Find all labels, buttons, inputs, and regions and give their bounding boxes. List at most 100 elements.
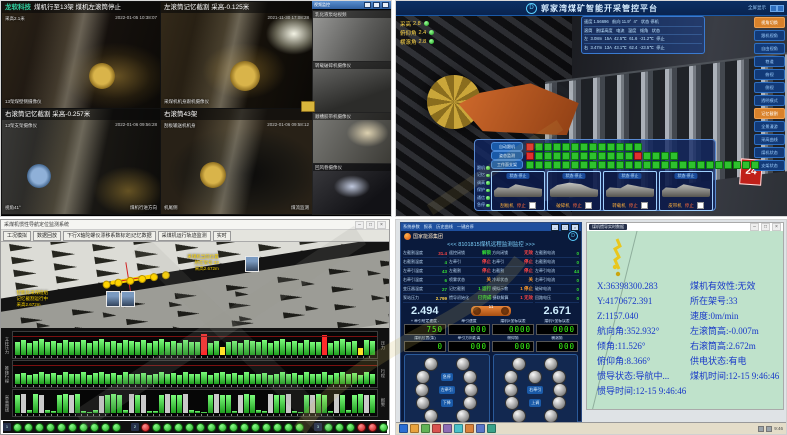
control-knob[interactable] xyxy=(463,370,477,384)
control-knob[interactable] xyxy=(504,383,518,397)
indicator-group-button[interactable]: 工作面支架 xyxy=(491,160,523,169)
control-knob[interactable] xyxy=(464,383,478,397)
support-square xyxy=(535,161,543,169)
taskbar-app-icon[interactable] xyxy=(465,424,474,433)
toolbar-button[interactable]: 数据回放 xyxy=(33,231,61,241)
chart-bar xyxy=(286,374,291,384)
taskbar-app-icon[interactable] xyxy=(432,424,441,433)
seam-profile-map[interactable]: 采煤机当前位置所在架号:33采高2.672m 智能化采煤班组记忆截割运行中采高2… xyxy=(1,242,389,330)
view-button[interactable]: 自由视角 xyxy=(754,43,785,54)
control-knob[interactable] xyxy=(552,370,566,384)
equipment-checkbox[interactable] xyxy=(697,202,704,209)
taskbar-app-icon[interactable] xyxy=(476,424,485,433)
equipment-card[interactable]: 状态:停止转载机停止 xyxy=(603,171,657,211)
indicator-group-button[interactable]: 自动跟机 xyxy=(491,142,523,151)
video-thumbnail[interactable]: 回风巷摄像仪 xyxy=(312,163,392,215)
chart-bar xyxy=(93,341,98,355)
control-knob[interactable] xyxy=(416,396,430,410)
equipment-checkbox[interactable] xyxy=(641,202,648,209)
close-icon[interactable] xyxy=(382,2,389,8)
system-tray[interactable]: 9:46 xyxy=(758,426,783,432)
view-button[interactable]: 全景漫游 xyxy=(754,121,785,132)
equipment-card[interactable]: 状态:停止刮板机停止 xyxy=(491,171,545,211)
video-thumbnail[interactable]: 乳化液泵站视频 xyxy=(312,10,392,62)
control-knob[interactable] xyxy=(456,357,470,371)
menu-item[interactable]: 系统参数 xyxy=(403,224,420,230)
toolbar-button[interactable]: 工况模拟 xyxy=(3,231,31,241)
maximize-icon[interactable]: □ xyxy=(561,224,569,231)
control-knob[interactable] xyxy=(544,357,558,371)
support-square xyxy=(571,152,579,160)
camera-feed[interactable]: 龙软科技煤机行至13架 煤机左滚筒停止2022-01-05 10:38:07采高… xyxy=(1,1,161,109)
control-knob[interactable] xyxy=(528,370,542,384)
taskbar-app-icon[interactable] xyxy=(443,424,452,433)
minimize-icon[interactable]: – xyxy=(355,221,364,229)
toolbar-button[interactable]: 下行X轴陀螺仪漂移系数标定|记忆数据 xyxy=(63,231,156,241)
equipment-card[interactable]: 状态:停止皮带机停止 xyxy=(659,171,713,211)
control-knob[interactable] xyxy=(505,396,519,410)
control-knob[interactable] xyxy=(456,409,470,423)
view-button[interactable]: 记忆截割 xyxy=(754,108,785,119)
taskbar-app-icon[interactable] xyxy=(454,424,463,433)
view-button[interactable]: 跟机视角 xyxy=(754,30,785,41)
control-knob[interactable] xyxy=(512,409,526,423)
minimize-icon[interactable]: – xyxy=(750,223,759,231)
maximize-icon[interactable] xyxy=(373,2,380,8)
control-knob[interactable] xyxy=(424,357,438,371)
chart-bar xyxy=(364,372,369,384)
video-thumbnail[interactable]: 顺槽胶带机摄像仪 xyxy=(312,112,392,164)
close-icon[interactable]: × xyxy=(571,224,579,231)
toolbar-button[interactable]: 实时 xyxy=(213,231,231,241)
camera-feed[interactable]: 右滚筒43架2022-01-06 09:58:12刮板输送机机身机尾侧煤流监测 xyxy=(160,108,313,215)
close-icon[interactable]: × xyxy=(772,223,781,231)
indicator-group-button[interactable]: 姿态监测 xyxy=(491,151,523,160)
close-icon[interactable]: × xyxy=(377,221,386,229)
view-button[interactable]: 视角切换 xyxy=(754,17,785,28)
camera-feed[interactable]: 右滚筒记忆截割 采高-0.257米2022-01-06 09:56:2813架支… xyxy=(1,108,161,215)
view-button[interactable]: 煤机状态 xyxy=(754,147,785,158)
taskbar-app-icon[interactable] xyxy=(421,424,430,433)
view-button[interactable]: 巷道 xyxy=(754,56,785,67)
toolbar-button[interactable]: 采煤机运行轨迹监测 xyxy=(158,231,211,241)
view-button[interactable]: 透明模式 xyxy=(754,95,785,106)
taskbar-app-icon[interactable] xyxy=(399,424,408,433)
settings-icon[interactable] xyxy=(770,5,777,12)
control-knob[interactable] xyxy=(553,383,567,397)
tray-icon[interactable] xyxy=(766,426,772,432)
taskbar-app-icon[interactable] xyxy=(410,424,419,433)
minimize-icon[interactable] xyxy=(364,2,371,8)
chart-bar xyxy=(171,341,176,355)
minimize-icon[interactable]: – xyxy=(551,224,559,231)
menu-item[interactable]: 报表 xyxy=(424,224,432,230)
control-knob[interactable] xyxy=(424,409,438,423)
fullscreen-button[interactable]: 全屏显示 xyxy=(748,1,766,15)
equipment-card[interactable]: 状态:停止破碎机停止 xyxy=(547,171,601,211)
folder-icon[interactable] xyxy=(301,101,315,112)
tray-icon[interactable] xyxy=(758,426,764,432)
control-knob[interactable] xyxy=(552,396,566,410)
camera-feed[interactable]: 左滚筒记忆截割 采高-0.125米2021-11-30 17:08:28采煤机机… xyxy=(160,1,313,109)
control-knob[interactable] xyxy=(504,370,518,384)
window-titlebar[interactable]: 采煤机惯性导航定位监测系统 –□× xyxy=(1,220,389,230)
window-menu-icon[interactable] xyxy=(777,5,784,12)
shearer-position-label: 采煤机当前位置所在架号:33采高2.672m xyxy=(187,254,219,272)
menu-item[interactable]: 一键启停 xyxy=(457,224,474,230)
control-knob[interactable] xyxy=(544,409,558,423)
menu-item[interactable]: 历史曲线 xyxy=(436,224,453,230)
equipment-checkbox[interactable] xyxy=(529,202,536,209)
ins-data-line: 倾角:11.526° xyxy=(597,339,686,354)
control-knob[interactable] xyxy=(415,383,429,397)
video-thumbnail[interactable]: 转载破碎机摄像仪 xyxy=(312,61,392,113)
equipment-checkbox[interactable] xyxy=(585,202,592,209)
control-knob[interactable] xyxy=(416,370,430,384)
control-knob[interactable] xyxy=(512,357,526,371)
maximize-icon[interactable]: □ xyxy=(366,221,375,229)
control-knob[interactable] xyxy=(463,396,477,410)
seven-segment-row-1: + 牵引给定速度 -750牵引速度000煤机X坐标误差0000煤机Y坐标误差00… xyxy=(401,319,581,335)
view-button[interactable]: 采高曲线 xyxy=(754,134,785,145)
view-button[interactable]: 俯视 xyxy=(754,69,785,80)
maximize-icon[interactable]: □ xyxy=(761,223,770,231)
mini-window-titlebar[interactable]: 视频监控 xyxy=(312,1,391,9)
taskbar-app-icon[interactable] xyxy=(487,424,496,433)
view-button[interactable]: 侧视 xyxy=(754,82,785,93)
